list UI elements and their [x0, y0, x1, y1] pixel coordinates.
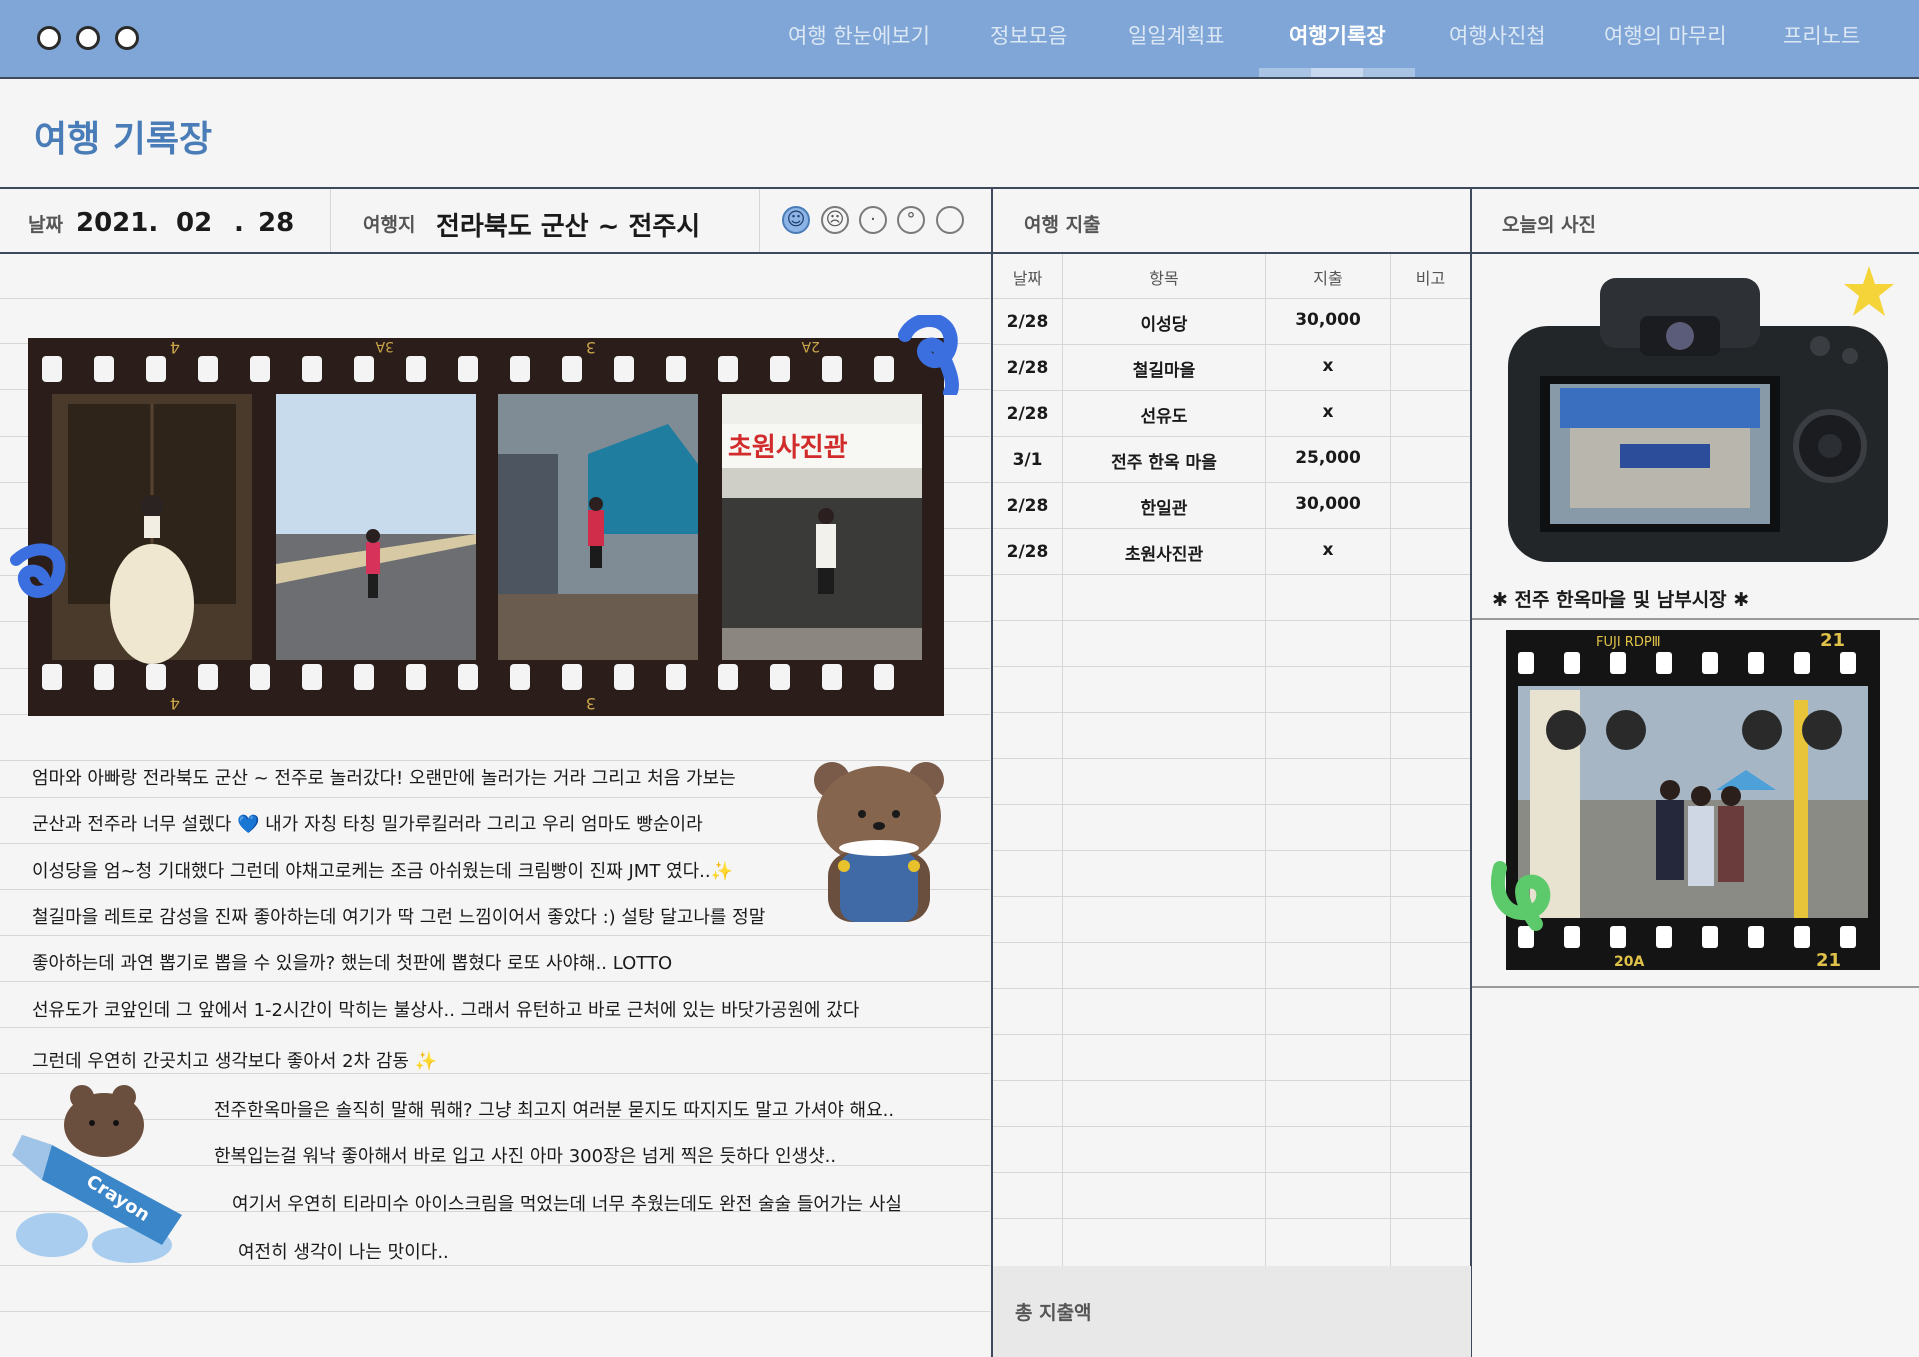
expense-item: 전주 한옥 마을 — [1111, 453, 1217, 473]
expense-item: 선유도 — [1140, 407, 1188, 427]
film-frame-number: 3 — [586, 338, 596, 357]
journal-line: 그런데 우연히 간곳치고 생각보다 좋아서 2차 감동 ✨ — [32, 1051, 438, 1072]
mood-happy-icon[interactable]: ☺ — [782, 206, 810, 234]
mood-surprised-icon[interactable]: ° — [897, 206, 925, 234]
divider — [1472, 986, 1919, 988]
film-frame-number: 4 — [170, 694, 180, 713]
journal-line: 좋아하는데 과연 뽑기로 뽑을 수 있을까? 했는데 첫판에 뽑혔다 로또 사야… — [32, 953, 673, 974]
journal-line: 이성당을 엄~청 기대했다 그런데 야채고로케는 조금 아쉬웠는데 크림빵이 진… — [32, 861, 734, 882]
expense-amount: 25,000 — [1295, 448, 1361, 468]
film-frame-code: 20A — [1614, 954, 1644, 970]
ribbon-sticker-icon — [898, 315, 959, 395]
nav-item-travel-log[interactable]: 여행기록장 — [1289, 20, 1386, 50]
film-frame-number: 3 — [586, 694, 596, 713]
journal-line: 여전히 생각이 나는 맛이다.. — [238, 1242, 449, 1263]
journal-line: 여기서 우연히 티라미수 아이스크림을 먹었는데 너무 추웠는데도 완전 술술 … — [232, 1194, 902, 1215]
nav-item-wrap-up[interactable]: 여행의 마무리 — [1604, 20, 1727, 50]
expense-amount: 30,000 — [1295, 310, 1361, 330]
destination-label: 여행지 — [363, 214, 416, 236]
crayon-bear-sticker-icon: Crayon — [12, 1085, 182, 1263]
expense-date: 2/28 — [1006, 496, 1049, 516]
expense-date: 3/1 — [1012, 450, 1043, 470]
film-frame-number: 21 — [1816, 950, 1841, 970]
window-maximize-button[interactable] — [115, 26, 139, 50]
film-brand-text: FUJI RDPⅢ — [1596, 635, 1661, 650]
expense-date: 2/28 — [1006, 358, 1049, 378]
date-month[interactable]: 02 — [176, 208, 212, 238]
journal-line: 군산과 전주라 너무 설렜다 💙 내가 자칭 타칭 밀가루킬러라 그리고 우리 … — [32, 814, 703, 835]
divider — [0, 187, 1919, 189]
total-expenses-label: 총 지출액 — [1015, 1302, 1092, 1324]
studio-sign-text: 초원사진관 — [728, 433, 848, 463]
journal-line: 철길마을 레트로 감성을 진짜 좋아하는데 여기가 딱 그런 느낌이어서 좋았다… — [32, 907, 766, 928]
expenses-col-note: 비고 — [1415, 269, 1446, 288]
journal-line: 한복입는걸 워낙 좋아해서 바로 입고 사진 아마 300장은 넘게 찍은 듯하… — [214, 1146, 837, 1167]
divider — [0, 252, 992, 254]
photo-title: 오늘의 사진 — [1502, 214, 1597, 236]
journal-line: 엄마와 아빠랑 전라북도 군산 ~ 전주로 놀러갔다! 오랜만에 놀러가는 거라… — [32, 768, 736, 789]
expense-amount: 30,000 — [1295, 494, 1361, 514]
film-strip-photo: 초원사진관 4 3A 3 2A 4 3 — [28, 338, 944, 716]
mood-sad-icon[interactable]: ☹ — [821, 206, 849, 234]
mood-neutral-icon[interactable]: · — [859, 206, 887, 234]
expense-amount: x — [1322, 540, 1334, 560]
expense-amount: x — [1322, 356, 1334, 376]
expense-date: 2/28 — [1006, 312, 1049, 332]
date-label: 날짜 — [28, 214, 63, 236]
window-minimize-button[interactable] — [76, 26, 100, 50]
nav-active-indicator — [1259, 68, 1415, 77]
expense-date: 2/28 — [1006, 404, 1049, 424]
expenses-col-item: 항목 — [1149, 269, 1179, 288]
expense-item: 한일관 — [1140, 499, 1188, 519]
camera-photo — [1508, 278, 1888, 562]
ribbon-sticker-icon — [1491, 861, 1551, 931]
film-frame-number: 3A — [375, 338, 394, 354]
expense-date: 2/28 — [1006, 542, 1049, 562]
expenses-col-date: 날짜 — [1012, 269, 1043, 288]
nav-item-overview[interactable]: 여행 한눈에보기 — [788, 20, 930, 50]
mood-blank-icon[interactable] — [936, 206, 964, 234]
nav-item-info[interactable]: 정보모음 — [990, 20, 1067, 50]
expense-item: 철길마을 — [1132, 361, 1196, 381]
star-sticker-icon — [1844, 266, 1894, 316]
journal-line: 선유도가 코앞인데 그 앞에서 1-2시간이 막히는 불상사.. 그래서 유턴하… — [32, 1000, 860, 1021]
destination-value[interactable]: 전라북도 군산 ~ 전주시 — [436, 206, 700, 243]
date-day[interactable]: 28 — [258, 208, 294, 238]
nav-item-photo-album[interactable]: 여행사진첩 — [1449, 20, 1546, 50]
expense-amount: x — [1322, 402, 1334, 422]
film-frame-number: 4 — [170, 338, 180, 357]
divider — [1472, 618, 1919, 620]
top-nav-bar: 여행 한눈에보기 정보모음 일일계획표 여행기록장 여행사진첩 여행의 마무리 … — [0, 0, 1919, 79]
divider — [993, 252, 1919, 254]
date-year[interactable]: 2021. — [76, 208, 158, 238]
film-frame-photo: FUJI RDPⅢ 21 20A 21 — [1506, 630, 1880, 970]
journal-line: 전주한옥마을은 솔직히 말해 뭐해? 그냥 최고지 여러분 묻지도 따지지도 말… — [214, 1100, 895, 1121]
nav-item-daily-plan[interactable]: 일일계획표 — [1128, 20, 1225, 50]
ribbon-sticker-icon — [10, 543, 66, 598]
expenses-col-amount: 지출 — [1313, 269, 1343, 288]
film-frame-number: 2A — [801, 338, 820, 354]
film-frame-number: 21 — [1820, 630, 1845, 651]
total-expenses-box[interactable]: 총 지출액 — [993, 1266, 1471, 1357]
date-separator: . — [234, 208, 244, 238]
page-title: 여행 기록장 — [34, 119, 213, 160]
expenses-title: 여행 지출 — [1024, 214, 1101, 236]
window-close-button[interactable] — [37, 26, 61, 50]
expense-item: 초원사진관 — [1124, 545, 1204, 565]
photo-caption: ✱ 전주 한옥마을 및 남부시장 ✱ — [1492, 589, 1750, 611]
bear-sticker-icon — [814, 762, 944, 922]
divider — [1470, 187, 1472, 1357]
expense-item: 이성당 — [1140, 315, 1188, 335]
nav-item-free-note[interactable]: 프리노트 — [1783, 20, 1860, 50]
